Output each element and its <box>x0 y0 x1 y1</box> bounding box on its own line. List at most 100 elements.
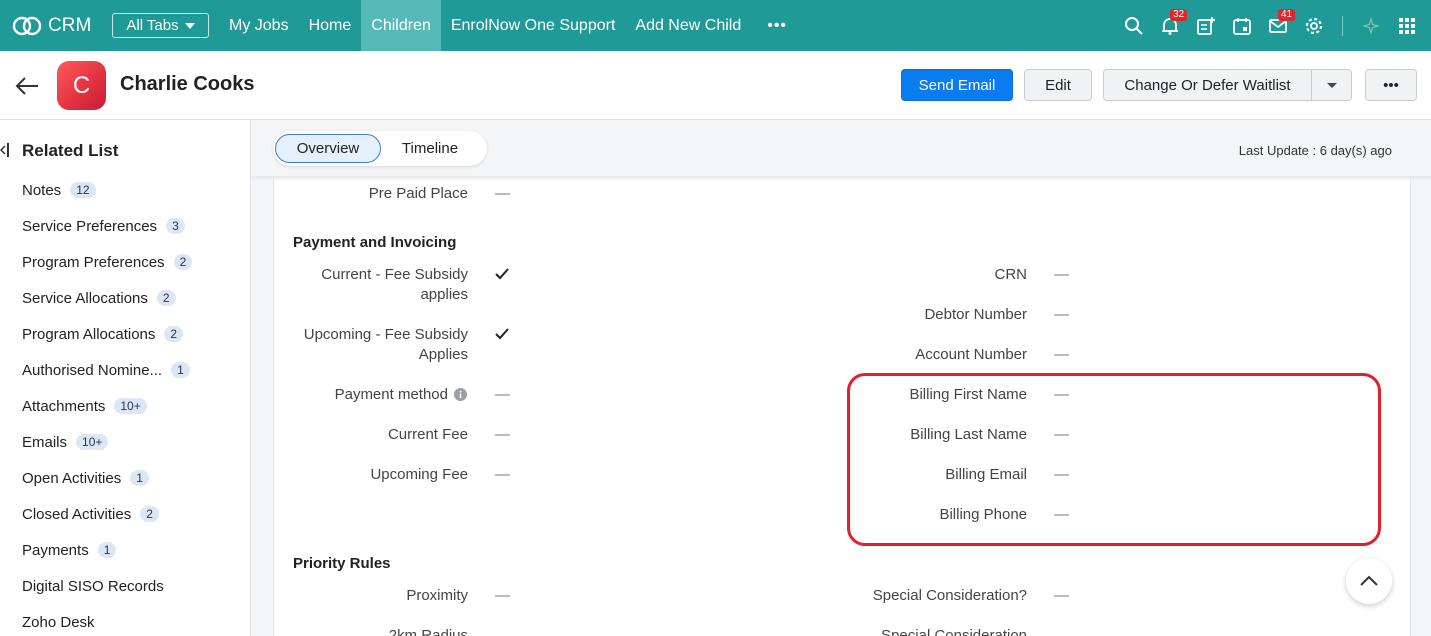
change-defer-waitlist-button[interactable]: Change Or Defer Waitlist <box>1103 69 1312 101</box>
chevron-down-icon <box>184 22 195 29</box>
field-label-account-number: Account Number <box>915 346 1027 363</box>
sidebar-item-open-activities[interactable]: Open Activities 1 <box>22 467 149 489</box>
mail-icon[interactable]: 41 <box>1260 8 1296 44</box>
field-value-payment-method[interactable]: — <box>495 386 510 403</box>
sidebar-item-authorised-nominees[interactable]: Authorised Nomine... 1 <box>22 359 190 381</box>
count-badge: 3 <box>166 218 185 234</box>
count-badge: 1 <box>130 470 149 486</box>
sidebar-item-zoho-desk[interactable]: Zoho Desk <box>22 611 95 633</box>
sidebar-item-digital-siso-records[interactable]: Digital SISO Records <box>22 575 164 597</box>
count-badge: 2 <box>156 290 176 306</box>
sidebar-item-program-allocations[interactable]: Program Allocations 2 <box>22 323 184 345</box>
field-value-account-number[interactable]: — <box>1054 346 1069 363</box>
zoho-apps-icon[interactable] <box>1353 8 1389 44</box>
field-value-current-fee[interactable]: — <box>495 426 510 443</box>
scroll-to-top-button[interactable] <box>1346 558 1392 604</box>
section-title-payment: Payment and Invoicing <box>293 234 457 251</box>
count-badge: 1 <box>97 542 117 558</box>
sidebar-item-service-allocations[interactable]: Service Allocations 2 <box>22 287 176 309</box>
sidebar-item-label: Service Preferences <box>22 217 158 235</box>
field-value-debtor-number[interactable]: — <box>1054 306 1069 323</box>
sidebar-item-label: Program Preferences <box>22 253 165 271</box>
tab-timeline[interactable]: Timeline <box>387 134 473 163</box>
sidebar-item-label: Emails <box>22 433 68 451</box>
nav-tab-home[interactable]: Home <box>299 0 362 51</box>
mail-count-badge: 41 <box>1278 8 1296 21</box>
field-value-pre-paid-place[interactable]: — <box>495 185 510 202</box>
sidebar-item-notes[interactable]: Notes 12 <box>22 179 96 201</box>
sidebar-item-emails[interactable]: Emails 10+ <box>22 431 109 453</box>
related-list-title: Related List <box>22 141 119 160</box>
record-view-tabs: Overview Timeline <box>273 131 487 166</box>
crm-logo-icon <box>12 16 42 35</box>
field-value-upcoming-fee[interactable]: — <box>495 466 510 483</box>
record-header: C Charlie Cooks Send Email Edit Change O… <box>0 51 1431 120</box>
sidebar-item-label: Program Allocations <box>22 325 156 343</box>
collapse-sidebar-icon[interactable] <box>0 142 10 158</box>
field-label-line: Upcoming - Fee Subsidy <box>303 326 468 343</box>
count-badge: 12 <box>70 182 96 198</box>
add-note-icon[interactable] <box>1188 8 1224 44</box>
sidebar-item-label: Authorised Nomine... <box>22 361 163 379</box>
sidebar-item-label: Zoho Desk <box>22 613 95 631</box>
field-label-line: Current - Fee Subsidy <box>321 266 468 283</box>
checkmark-icon[interactable] <box>495 328 509 340</box>
send-email-button[interactable]: Send Email <box>901 69 1013 101</box>
sidebar-item-service-preferences[interactable]: Service Preferences 3 <box>22 215 185 237</box>
back-arrow-icon[interactable] <box>14 75 40 97</box>
more-actions-button[interactable]: ••• <box>1365 69 1417 101</box>
count-badge: 2 <box>140 506 159 522</box>
tab-overview[interactable]: Overview <box>275 134 381 163</box>
nav-tab-my-jobs[interactable]: My Jobs <box>219 0 299 51</box>
sidebar-item-program-preferences[interactable]: Program Preferences 2 <box>22 251 193 273</box>
field-value-crn[interactable]: — <box>1054 266 1069 283</box>
nav-more-button[interactable]: ••• <box>751 0 803 51</box>
field-value-proximity[interactable]: — <box>495 587 510 604</box>
app-grid-icon[interactable] <box>1389 8 1425 44</box>
top-nav: CRM All Tabs My Jobs Home Children Enrol… <box>0 0 1431 51</box>
nav-tab-enrolnow-support[interactable]: EnrolNow One Support <box>441 0 626 51</box>
field-label-upcoming-fee: Upcoming Fee <box>370 466 468 483</box>
sidebar-item-payments[interactable]: Payments 1 <box>22 539 117 561</box>
sidebar-item-attachments[interactable]: Attachments 10+ <box>22 395 147 417</box>
nav-tab-add-new-child[interactable]: Add New Child <box>625 0 751 51</box>
calendar-icon[interactable] <box>1224 8 1260 44</box>
bell-icon[interactable]: 32 <box>1152 8 1188 44</box>
checkmark-icon[interactable] <box>495 268 509 280</box>
info-icon[interactable] <box>454 388 467 401</box>
section-title-priority-rules: Priority Rules <box>293 555 391 572</box>
sidebar-item-label: Attachments <box>22 397 106 415</box>
field-label-line: Applies <box>418 346 468 363</box>
related-list-sidebar: Related List Notes 12 Service Preferences… <box>0 120 251 636</box>
count-badge: 10+ <box>114 398 147 414</box>
gear-icon[interactable] <box>1296 8 1332 44</box>
nav-divider <box>1342 15 1343 36</box>
sidebar-item-label: Open Activities <box>22 469 122 487</box>
scroll-shadow <box>251 176 1431 182</box>
field-label-line: applies <box>420 286 468 303</box>
crm-logo[interactable]: CRM <box>12 15 104 37</box>
field-label-proximity: Proximity <box>406 587 468 604</box>
count-badge: 2 <box>164 326 184 342</box>
field-label-special-consideration: Special Consideration <box>881 627 1027 636</box>
field-label-crn: CRN <box>994 266 1028 283</box>
edit-button[interactable]: Edit <box>1024 69 1092 101</box>
change-defer-dropdown-button[interactable] <box>1311 69 1352 101</box>
search-icon[interactable] <box>1116 8 1152 44</box>
sidebar-item-closed-activities[interactable]: Closed Activities 2 <box>22 503 159 525</box>
billing-fields-highlight <box>847 373 1381 546</box>
chevron-down-icon <box>1326 82 1337 88</box>
count-badge: 10+ <box>76 434 109 450</box>
nav-tab-children[interactable]: Children <box>361 0 441 51</box>
field-value-special-consideration-question[interactable]: — <box>1054 587 1069 604</box>
sidebar-item-label: Notes <box>22 181 62 199</box>
sidebar-item-label: Payments <box>22 541 89 559</box>
sidebar-item-label: Closed Activities <box>22 505 132 523</box>
field-label-upcoming-fee-subsidy: Upcoming - Fee Subsidy Applies <box>304 325 468 365</box>
chevron-up-icon <box>1360 575 1378 586</box>
all-tabs-dropdown[interactable]: All Tabs <box>112 13 209 38</box>
count-badge: 2 <box>173 254 193 270</box>
all-tabs-label: All Tabs <box>126 17 179 34</box>
field-label-payment-method: Payment method <box>334 386 448 403</box>
count-badge: 1 <box>171 362 190 378</box>
